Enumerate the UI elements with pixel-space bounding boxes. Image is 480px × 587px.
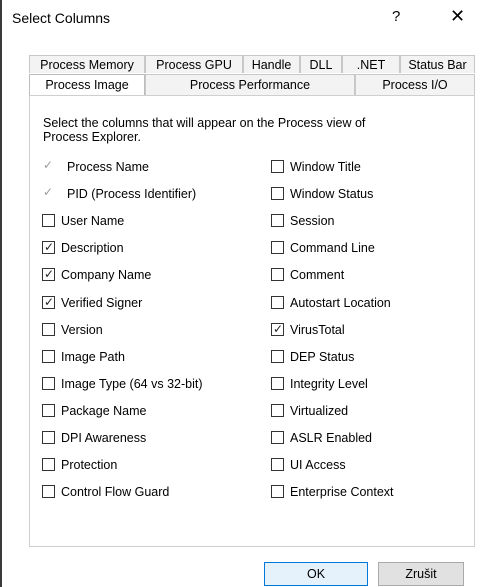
ok-button[interactable]: OK [264, 562, 368, 586]
close-icon[interactable]: ✕ [450, 6, 465, 26]
window-edge [0, 0, 2, 587]
checkbox-box[interactable] [271, 187, 284, 201]
checkbox-label: Window Status [290, 187, 374, 202]
checkbox-label: User Name [61, 214, 125, 229]
checkbox-box[interactable] [271, 431, 284, 444]
checkbox-box[interactable] [42, 403, 55, 417]
checkbox-box[interactable] [271, 403, 284, 417]
tab-status-bar[interactable]: Status Bar [400, 55, 475, 73]
checkbox-box[interactable] [271, 485, 284, 499]
checkbox-box[interactable] [42, 214, 55, 228]
checkbox-label: DEP Status [290, 349, 355, 364]
checkbox-box[interactable] [42, 458, 55, 472]
checkmark-icon: ✓ [43, 185, 54, 200]
checkbox-label: Integrity Level [290, 376, 368, 391]
checkbox-box[interactable]: ✓ [271, 321, 284, 336]
tab-handle[interactable]: Handle [243, 55, 300, 73]
checkbox-box[interactable]: ✓ [42, 294, 55, 309]
checkbox-box[interactable]: ✓ [42, 267, 55, 282]
checkbox-label: Autostart Location [290, 295, 391, 310]
checkbox-box: ✓ [42, 185, 55, 200]
instructions-text: Select the columns that will appear on t… [43, 116, 366, 144]
checkmark-icon: ✓ [273, 321, 284, 336]
checkbox-box[interactable] [271, 349, 284, 363]
checkbox-box[interactable] [271, 160, 284, 173]
checkmark-icon: ✓ [43, 158, 54, 172]
checkbox-box[interactable] [42, 376, 55, 390]
checkbox-label: Process Name [67, 160, 149, 174]
help-button[interactable]: ? [392, 8, 400, 25]
checkbox-label: Virtualized [290, 403, 349, 418]
tab-process-image[interactable]: Process Image [29, 74, 145, 95]
checkbox-label: Image Path [61, 349, 125, 364]
checkbox-label: Protection [61, 458, 118, 473]
checkbox-box[interactable] [271, 214, 284, 228]
checkbox-label: Description [61, 241, 124, 256]
checkbox-box[interactable] [271, 376, 284, 390]
checkbox-label: PID (Process Identifier) [67, 187, 197, 202]
select-columns-dialog: Select Columns ? ✕ Process Memory Proces… [0, 0, 480, 587]
checkbox-label: Company Name [61, 268, 152, 283]
tab-dll[interactable]: DLL [300, 55, 342, 73]
checkbox-box[interactable] [42, 322, 55, 336]
checkbox-label: VirusTotal [290, 322, 345, 337]
checkbox-label: Package Name [61, 403, 147, 418]
checkbox-label: Command Line [290, 241, 375, 256]
checkbox-box[interactable] [42, 349, 55, 363]
checkmark-icon: ✓ [44, 240, 55, 255]
checkmark-icon: ✓ [44, 267, 55, 282]
tab-process-gpu[interactable]: Process GPU [145, 55, 243, 73]
checkbox-box[interactable] [271, 295, 284, 309]
tab-process-performance[interactable]: Process Performance [145, 74, 355, 95]
checkbox-box[interactable] [271, 241, 284, 255]
checkbox-box: ✓ [42, 158, 55, 173]
checkbox-box[interactable] [42, 485, 55, 499]
checkbox-box[interactable] [271, 268, 284, 282]
checkbox-label: ASLR Enabled [290, 431, 373, 445]
checkbox-label: Control Flow Guard [61, 485, 170, 500]
dialog-title: Select Columns [12, 10, 111, 26]
checkbox-label: DPI Awareness [61, 431, 147, 445]
tab-dotnet[interactable]: .NET [342, 55, 400, 73]
checkbox-label: Verified Signer [61, 295, 143, 310]
checkbox-label: Window Title [290, 160, 361, 174]
checkbox-box[interactable] [42, 431, 55, 444]
tab-process-io[interactable]: Process I/O [355, 74, 475, 95]
checkbox-label: Comment [290, 268, 345, 283]
checkbox-label: Session [290, 214, 335, 229]
checkmark-icon: ✓ [44, 294, 55, 309]
checkbox-label: Image Type (64 vs 32-bit) [61, 376, 203, 391]
checkbox-label: Enterprise Context [290, 485, 394, 500]
checkbox-box[interactable] [271, 458, 284, 472]
checkbox-label: UI Access [290, 458, 346, 473]
tab-process-memory[interactable]: Process Memory [29, 55, 145, 73]
checkbox-label: Version [61, 322, 103, 337]
cancel-button[interactable]: Zrušit [378, 562, 464, 586]
checkbox-box[interactable]: ✓ [42, 240, 55, 255]
